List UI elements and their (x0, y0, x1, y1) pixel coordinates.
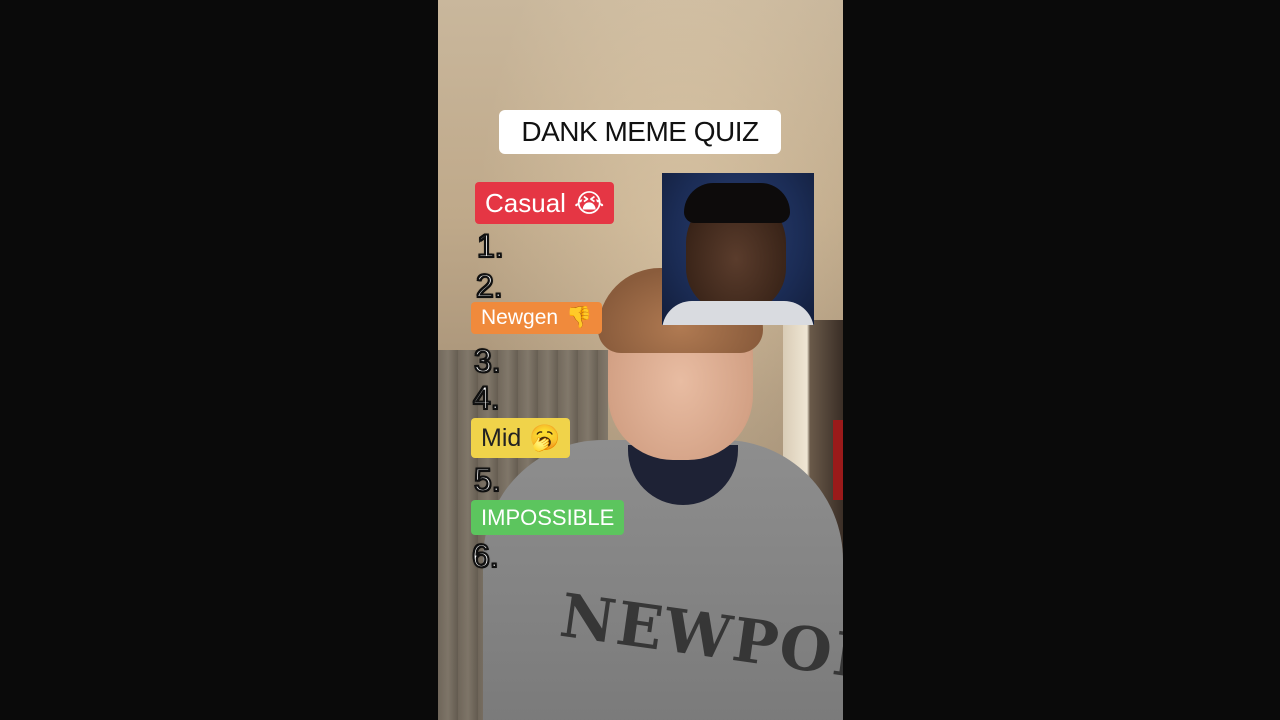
tier-casual-label: Casual (485, 187, 566, 218)
crying-face-icon: 😭 (573, 187, 605, 218)
tier-newgen-label: Newgen (481, 306, 559, 329)
tier-mid: Mid 🥱 (471, 418, 571, 458)
tier-impossible-label: IMPOSSIBLE (481, 504, 615, 530)
quiz-number-4: 4. (472, 379, 501, 417)
yawning-face-icon: 🥱 (529, 423, 561, 452)
quiz-number-3: 3. (473, 342, 502, 380)
letterbox-background: NEWPORT DANK MEME QUIZ Casual 😭 1. 2. Ne… (0, 0, 1280, 720)
quiz-number-5: 5. (473, 461, 502, 499)
quiz-title: DANK MEME QUIZ (499, 110, 781, 154)
pip-person-shirt (662, 301, 814, 325)
quiz-number-2: 2. (475, 267, 504, 305)
quiz-number-6: 6. (471, 537, 500, 575)
tier-newgen: Newgen 👎 (471, 302, 603, 334)
thumbs-down-icon: 👎 (566, 306, 593, 329)
tier-casual: Casual 😭 (475, 182, 615, 224)
hanging-shirt (833, 420, 843, 500)
tier-mid-label: Mid (481, 423, 522, 452)
picture-in-picture-video[interactable] (662, 173, 814, 325)
tier-impossible: IMPOSSIBLE (471, 500, 625, 535)
quiz-number-1: 1. (476, 227, 505, 265)
pip-person-hair (684, 183, 790, 223)
